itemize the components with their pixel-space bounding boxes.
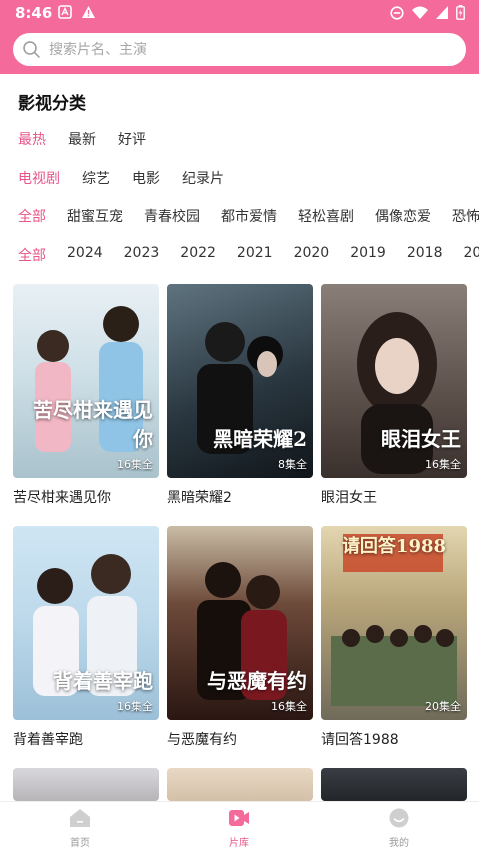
poster-title: 背着善宰跑 <box>53 669 153 693</box>
search-input[interactable] <box>49 33 449 66</box>
status-bar: 8:46 <box>0 0 479 26</box>
notification-a-icon <box>58 5 72 19</box>
card-title: 背着善宰跑 <box>13 732 83 748</box>
filter-year-item[interactable]: 2019 <box>350 245 386 267</box>
episode-badge: 16集全 <box>271 700 307 713</box>
filter-type-variety[interactable]: 综艺 <box>82 168 110 190</box>
filter-type-tv[interactable]: 电视剧 <box>18 168 60 190</box>
tab-label: 我的 <box>389 838 409 849</box>
poster-title: 请回答1988 <box>341 536 447 557</box>
status-time: 8:46 <box>15 4 53 22</box>
video-card-partial[interactable] <box>321 768 467 801</box>
warning-icon <box>82 6 95 18</box>
filter-genre-item[interactable]: 偶像恋爱 <box>375 206 431 228</box>
do-not-disturb-icon <box>390 5 404 20</box>
filter-year-item[interactable]: 2021 <box>237 245 273 267</box>
type-filter-row: 电视剧 综艺 电影 纪录片 <box>18 168 246 190</box>
poster-title: 苦尽柑来遇见你 <box>33 398 153 451</box>
poster-title: 与恶魔有约 <box>207 669 307 693</box>
app-header: 8:46 <box>0 0 479 74</box>
card-title: 黑暗荣耀2 <box>167 490 232 506</box>
tab-home[interactable]: 首页 <box>40 802 120 852</box>
tab-library[interactable]: 片库 <box>199 802 279 852</box>
tab-label: 片库 <box>229 838 249 849</box>
filter-year-item[interactable]: 2020 <box>294 245 330 267</box>
filter-genre-item[interactable]: 甜蜜互宠 <box>67 206 123 228</box>
video-card[interactable]: 黑暗荣耀2 8集全 黑暗荣耀2 <box>167 284 313 507</box>
poster-title: 黑暗荣耀2 <box>213 427 307 451</box>
filter-year-item[interactable]: 2023 <box>124 245 160 267</box>
filter-year-item[interactable]: 2017 <box>463 245 479 267</box>
episode-badge: 20集全 <box>425 700 461 713</box>
card-title: 苦尽柑来遇见你 <box>13 490 111 506</box>
poster-image <box>321 768 467 801</box>
filter-genre-item[interactable]: 轻松喜剧 <box>298 206 354 228</box>
episode-badge: 8集全 <box>278 458 307 471</box>
filter-genre-item[interactable]: 都市爱情 <box>221 206 277 228</box>
wifi-icon <box>412 6 428 19</box>
episode-badge: 16集全 <box>117 700 153 713</box>
video-card[interactable]: 眼泪女王 16集全 眼泪女王 <box>321 284 467 507</box>
filter-sort-hot[interactable]: 最热 <box>18 129 46 151</box>
filter-type-movie[interactable]: 电影 <box>132 168 160 190</box>
filter-genre-item[interactable]: 青春校园 <box>144 206 200 228</box>
filter-year-all[interactable]: 全部 <box>18 245 46 267</box>
video-card[interactable]: 苦尽柑来遇见你 16集全 苦尽柑来遇见你 <box>13 284 159 507</box>
video-card[interactable]: 与恶魔有约 16集全 与恶魔有约 <box>167 526 313 749</box>
tab-label: 首页 <box>70 838 90 849</box>
poster-image: 黑暗荣耀2 8集全 <box>167 284 313 478</box>
filter-type-documentary[interactable]: 纪录片 <box>182 168 224 190</box>
poster-image: 与恶魔有约 16集全 <box>167 526 313 720</box>
video-card[interactable]: 背着善宰跑 16集全 背着善宰跑 <box>13 526 159 749</box>
poster-image <box>167 768 313 801</box>
profile-icon <box>389 808 409 828</box>
video-card[interactable]: 请回答1988 20集全 请回答1988 <box>321 526 467 749</box>
poster-image: 背着善宰跑 16集全 <box>13 526 159 720</box>
search-bar[interactable] <box>13 33 466 66</box>
signal-icon <box>436 6 448 19</box>
card-title: 眼泪女王 <box>321 490 377 506</box>
tab-profile[interactable]: 我的 <box>359 802 439 852</box>
episode-badge: 16集全 <box>117 458 153 471</box>
filter-year-item[interactable]: 2024 <box>67 245 103 267</box>
sort-filter-row: 最热 最新 好评 <box>18 129 168 151</box>
search-icon <box>23 41 40 58</box>
poster-title: 眼泪女王 <box>381 427 461 451</box>
poster-image <box>13 768 159 801</box>
video-card-partial[interactable] <box>167 768 313 801</box>
filter-sort-top-rated[interactable]: 好评 <box>118 129 146 151</box>
filter-genre-item[interactable]: 恐怖 <box>452 206 479 228</box>
episode-badge: 16集全 <box>425 458 461 471</box>
home-icon <box>70 809 90 827</box>
battery-icon <box>456 5 465 20</box>
card-title: 与恶魔有约 <box>167 732 237 748</box>
bottom-tab-bar: 首页 片库 我的 <box>0 801 479 851</box>
filter-year-item[interactable]: 2022 <box>180 245 216 267</box>
filter-year-item[interactable]: 2018 <box>407 245 443 267</box>
film-library-icon <box>229 810 249 826</box>
poster-image: 眼泪女王 16集全 <box>321 284 467 478</box>
filter-genre-all[interactable]: 全部 <box>18 206 46 228</box>
poster-image: 请回答1988 20集全 <box>321 526 467 720</box>
video-card-partial[interactable] <box>13 768 159 801</box>
year-filter-row: 全部 2024 2023 2022 2021 2020 2019 2018 20… <box>18 245 479 267</box>
filter-sort-newest[interactable]: 最新 <box>68 129 96 151</box>
section-title: 影视分类 <box>18 94 86 114</box>
poster-image: 苦尽柑来遇见你 16集全 <box>13 284 159 478</box>
genre-filter-row: 全部 甜蜜互宠 青春校园 都市爱情 轻松喜剧 偶像恋爱 恐怖 <box>18 206 479 228</box>
card-title: 请回答1988 <box>321 732 399 748</box>
